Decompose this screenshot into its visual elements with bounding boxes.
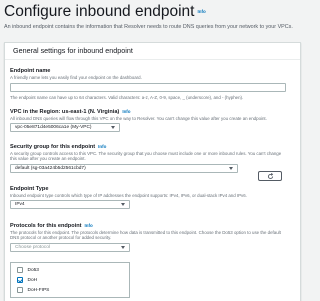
refresh-button[interactable] — [258, 171, 282, 181]
panel-title: General settings for inbound endpoint — [13, 46, 133, 55]
endpoint-name-label: Endpoint name — [10, 68, 51, 74]
vpc-label: VPC in the Region: us-east-1 (N. Virgini… — [10, 108, 286, 116]
protocol-option-doh-fips[interactable]: DoH-FIPS — [17, 285, 123, 295]
protocol-option-label: DoH-FIPS — [27, 287, 50, 293]
protocols-description: The protocols for this endpoint. The pro… — [10, 229, 281, 241]
security-group-select-value: default (sg-03a424b5d2561cbd7) — [15, 165, 86, 171]
caret-down-icon — [121, 245, 125, 249]
endpoint-type-select-value: IPv4 — [15, 202, 25, 208]
protocols-info-link[interactable]: Info — [84, 223, 92, 228]
security-group-label-text: Security group for this endpoint — [10, 143, 96, 150]
page-title-text: Configure inbound endpoint — [4, 3, 195, 20]
page-description: An inbound endpoint contains the informa… — [4, 24, 293, 30]
security-group-label: Security group for this endpoint Info — [10, 143, 286, 151]
protocol-option-do53[interactable]: Do53 — [17, 265, 123, 275]
protocol-option-doh[interactable]: DoH — [17, 275, 123, 285]
protocols-placeholder: Choose protocol — [15, 244, 50, 250]
doh-checkbox[interactable] — [17, 277, 23, 283]
page-title: Configure inbound endpoint Info — [4, 3, 206, 21]
vpc-description: All inbound DNS queries will flow throug… — [10, 115, 267, 121]
caret-down-icon — [229, 166, 233, 170]
endpoint-type-description: Inbound endpoint type controls which typ… — [10, 193, 247, 198]
protocols-options-list: Do53 DoH DoH-FIPS — [10, 262, 130, 298]
endpoint-name-input[interactable] — [10, 83, 286, 93]
vpc-select-value: vpc-05e871d4e5006ca1e (My-VPC) — [15, 125, 92, 131]
refresh-icon — [267, 172, 273, 179]
protocol-option-label: Do53 — [27, 267, 39, 273]
do53-checkbox[interactable] — [17, 267, 23, 273]
caret-down-icon — [121, 203, 125, 207]
protocols-multiselect[interactable]: Choose protocol — [10, 242, 130, 252]
doh-fips-checkbox[interactable] — [17, 287, 23, 293]
protocols-label-text: Protocols for this endpoint — [10, 222, 82, 229]
security-group-info-link[interactable]: Info — [98, 144, 106, 149]
vpc-label-text: VPC in the Region: us-east-1 (N. Virgini… — [10, 108, 120, 115]
endpoint-type-label: Endpoint Type — [10, 186, 49, 192]
protocols-group: Protocols for this endpoint Info The prot… — [10, 222, 286, 252]
caret-down-icon — [111, 126, 115, 130]
vpc-info-link[interactable]: Info — [122, 109, 130, 114]
endpoint-type-select[interactable]: IPv4 — [10, 200, 130, 210]
page-info-link[interactable]: Info — [197, 9, 205, 14]
panel-header: General settings for inbound endpoint — [5, 43, 300, 60]
endpoint-type-group: Endpoint Type Inbound endpoint type cont… — [10, 186, 286, 210]
endpoint-name-hint: The endpoint name can have up to 64 char… — [10, 95, 244, 101]
vpc-select[interactable]: vpc-05e871d4e5006ca1e (My-VPC) — [10, 123, 120, 133]
security-group-group: Security group for this endpoint Info A s… — [10, 143, 286, 173]
security-group-select[interactable]: default (sg-03a424b5d2561cbd7) — [10, 163, 238, 173]
endpoint-name-group: Endpoint name A friendly name lets you e… — [10, 68, 286, 101]
protocol-option-label: DoH — [27, 277, 38, 283]
security-group-description: A security group controls access to this… — [10, 150, 282, 162]
vpc-group: VPC in the Region: us-east-1 (N. Virgini… — [10, 108, 286, 133]
protocols-label: Protocols for this endpoint Info — [10, 222, 286, 230]
endpoint-name-description: A friendly name lets you easily find you… — [10, 75, 142, 80]
